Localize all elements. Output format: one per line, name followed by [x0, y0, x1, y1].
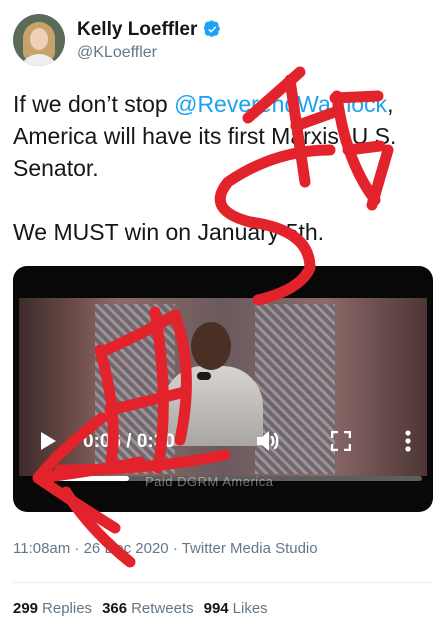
author-display-name-text[interactable]: Kelly Loeffler — [77, 19, 197, 41]
tweet-line-3: Senator. — [13, 155, 99, 181]
video-controls: 0:06 / 0:30 — [13, 422, 433, 462]
author-handle[interactable]: @KLoeffler — [77, 44, 222, 62]
tweet-text: If we don’t stop @ReverendWarnock, Ameri… — [13, 88, 438, 248]
retweets-count: 366 — [102, 600, 128, 617]
video-player[interactable]: Paid DGRM America 0:06 / 0:30 — [13, 266, 433, 512]
likes-label: Likes — [232, 600, 268, 617]
likes-count: 994 — [203, 600, 229, 617]
tweet-line-4: We MUST win on January 5th. — [13, 219, 325, 245]
replies-stat[interactable]: 299 Replies — [13, 600, 92, 617]
video-progress-fill — [36, 476, 129, 481]
tweet-line-1-prefix: If we don’t stop — [13, 91, 175, 117]
more-options-icon[interactable] — [405, 430, 411, 452]
replies-label: Replies — [42, 600, 93, 617]
video-time: 0:06 / 0:30 — [83, 431, 175, 452]
likes-stat[interactable]: 994 Likes — [204, 600, 268, 617]
fullscreen-icon[interactable] — [331, 431, 351, 451]
retweets-label: Retweets — [131, 600, 194, 617]
play-icon[interactable] — [41, 432, 56, 450]
tweet-line-2: America will have its first Marxist U.S. — [13, 123, 397, 149]
tweet-line-1-suffix: , — [387, 91, 394, 117]
video-progress-bar[interactable] — [36, 476, 422, 481]
divider — [13, 582, 433, 583]
author-names: Kelly Loeffler @KLoeffler — [77, 19, 222, 62]
tweet-timestamp[interactable]: 11:08am · 26 Dec 2020 · Twitter Media St… — [13, 540, 318, 557]
volume-icon[interactable] — [255, 429, 281, 453]
avatar[interactable] — [13, 14, 65, 66]
mention-link[interactable]: @ReverendWarnock — [174, 91, 387, 117]
verified-badge-icon — [204, 20, 221, 37]
author-display-name[interactable]: Kelly Loeffler — [77, 19, 222, 41]
tweet-stats: 299 Replies 366 Retweets 994 Likes — [13, 600, 268, 617]
replies-count: 299 — [13, 600, 39, 617]
retweets-stat[interactable]: 366 Retweets — [102, 600, 194, 617]
tweet-line-1: If we don’t stop @ReverendWarnock, — [13, 88, 438, 120]
tweet-header: Kelly Loeffler @KLoeffler — [13, 14, 222, 66]
